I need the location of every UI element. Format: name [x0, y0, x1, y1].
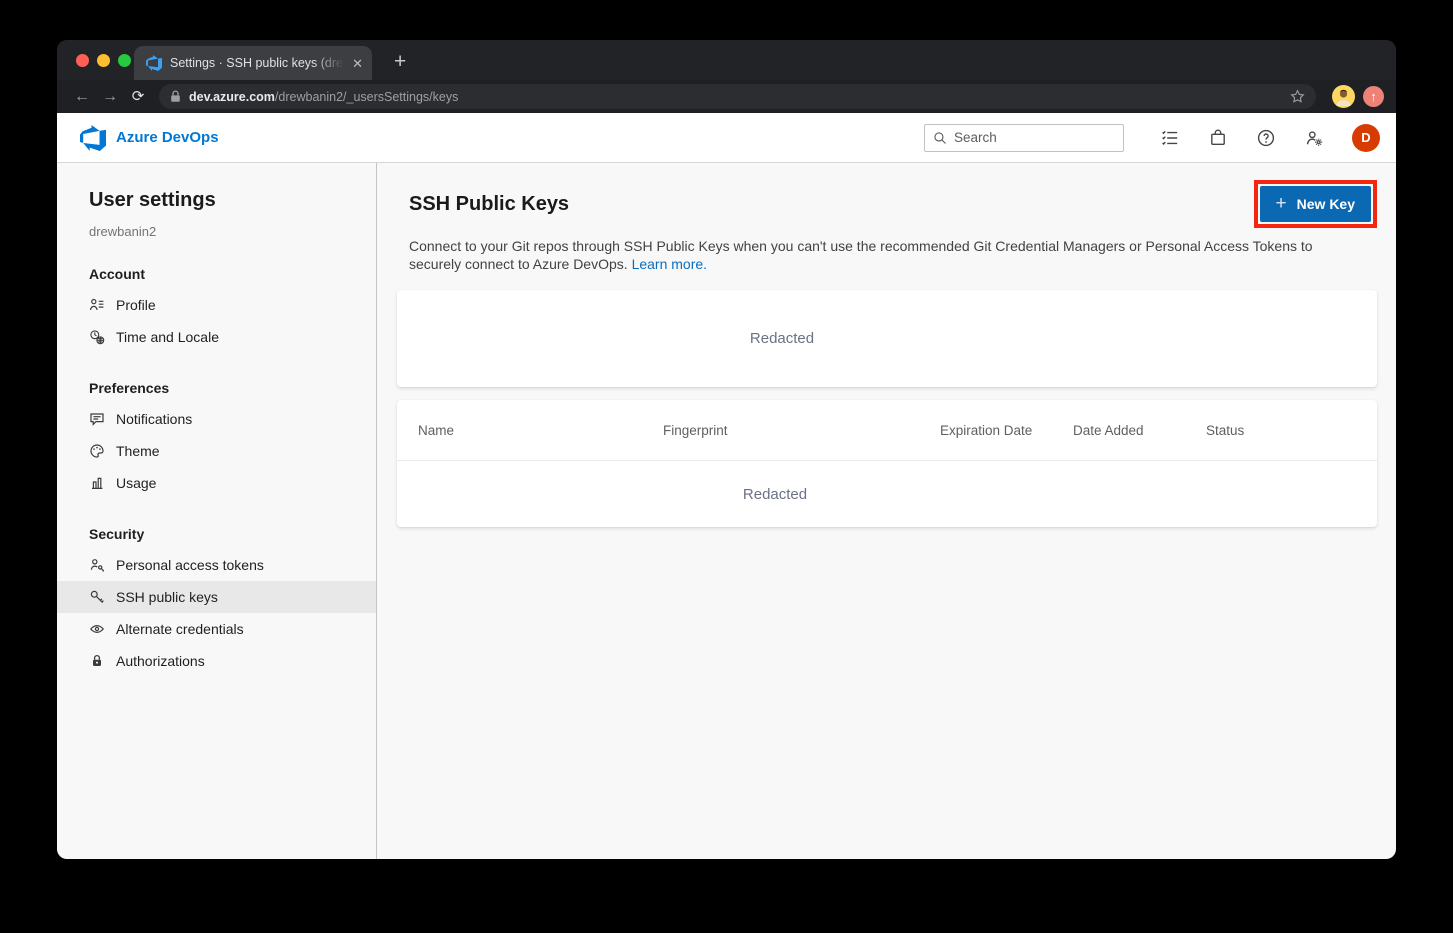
sidebar-item-label: Time and Locale: [116, 329, 219, 345]
annotation-highlight-box: + New Key: [1254, 180, 1377, 228]
lock-icon: [170, 90, 181, 103]
search-box[interactable]: [924, 124, 1124, 152]
sidebar-item-alternate-credentials[interactable]: Alternate credentials: [57, 613, 376, 645]
azure-devops-favicon: [146, 55, 162, 71]
search-icon: [933, 131, 947, 145]
redacted-text: Redacted: [750, 330, 814, 347]
column-header-date-added: Date Added: [1073, 423, 1206, 438]
theme-palette-icon: [89, 443, 105, 459]
task-list-icon[interactable]: [1160, 128, 1180, 148]
tab-title: Settings · SSH public keys (dre: [170, 56, 344, 70]
sidebar-item-theme[interactable]: Theme: [57, 435, 376, 467]
azure-devops-home-link[interactable]: Azure DevOps: [80, 125, 219, 151]
ssh-key-detail-card: Redacted: [397, 290, 1377, 387]
sidebar-item-label: Usage: [116, 475, 156, 491]
sidebar-item-label: Theme: [116, 443, 160, 459]
description-text: Connect to your Git repos through SSH Pu…: [409, 238, 1313, 272]
usage-chart-icon: [89, 475, 105, 491]
browser-tab-strip: Settings · SSH public keys (dre ✕ +: [57, 40, 1396, 80]
help-icon[interactable]: [1256, 128, 1276, 148]
forward-icon[interactable]: →: [97, 89, 123, 105]
marketplace-bag-icon[interactable]: [1208, 128, 1228, 148]
sidebar-item-label: Authorizations: [116, 653, 205, 669]
sidebar-title: User settings: [89, 189, 376, 212]
learn-more-link[interactable]: Learn more.: [632, 256, 707, 272]
user-avatar[interactable]: D: [1352, 124, 1380, 152]
sidebar-username: drewbanin2: [89, 224, 376, 239]
section-label-security: Security: [89, 526, 376, 542]
new-tab-button[interactable]: +: [394, 51, 406, 72]
sidebar-item-label: SSH public keys: [116, 589, 218, 605]
settings-sidebar: User settings drewbanin2 Account Profile: [57, 163, 377, 859]
section-label-preferences: Preferences: [89, 380, 376, 396]
window-controls: [76, 54, 131, 67]
zoom-window-button[interactable]: [118, 54, 131, 67]
user-settings-icon[interactable]: [1304, 128, 1324, 148]
table-row: Redacted: [397, 461, 1377, 527]
lock-shield-icon: [89, 653, 105, 669]
bookmark-star-icon[interactable]: [1290, 89, 1305, 104]
profile-icon: [89, 297, 105, 313]
sidebar-item-time-and-locale[interactable]: Time and Locale: [57, 321, 376, 353]
azure-devops-header: Azure DevOps: [57, 113, 1396, 163]
desktop-background: Settings · SSH public keys (dre ✕ + ← → …: [0, 0, 1453, 933]
brand-title: Azure DevOps: [116, 129, 219, 146]
sidebar-item-authorizations[interactable]: Authorizations: [57, 645, 376, 677]
browser-window: Settings · SSH public keys (dre ✕ + ← → …: [57, 40, 1396, 859]
sidebar-item-label: Profile: [116, 297, 156, 313]
section-label-account: Account: [89, 266, 376, 282]
azure-devops-logo-icon: [80, 125, 106, 151]
new-key-button[interactable]: + New Key: [1260, 186, 1371, 222]
close-window-button[interactable]: [76, 54, 89, 67]
browser-update-icon[interactable]: ↑: [1363, 86, 1384, 107]
eye-icon: [89, 621, 105, 637]
sidebar-item-label: Notifications: [116, 411, 192, 427]
redacted-text: Redacted: [743, 486, 807, 503]
sidebar-item-personal-access-tokens[interactable]: Personal access tokens: [57, 549, 376, 581]
sidebar-item-usage[interactable]: Usage: [57, 467, 376, 499]
sidebar-item-label: Personal access tokens: [116, 557, 264, 573]
back-icon[interactable]: ←: [69, 89, 95, 105]
notifications-icon: [89, 411, 105, 427]
header-actions: D: [924, 124, 1380, 152]
column-header-fingerprint: Fingerprint: [663, 423, 940, 438]
browser-tab[interactable]: Settings · SSH public keys (dre ✕: [134, 46, 372, 80]
ssh-key-icon: [89, 589, 105, 605]
time-locale-icon: [89, 329, 105, 345]
content: User settings drewbanin2 Account Profile: [57, 163, 1396, 859]
page-description: Connect to your Git repos through SSH Pu…: [409, 238, 1354, 273]
table-header-row: Name Fingerprint Expiration Date Date Ad…: [397, 400, 1377, 461]
minimize-window-button[interactable]: [97, 54, 110, 67]
ssh-keys-main: SSH Public Keys + New Key Connect to you…: [377, 163, 1396, 859]
browser-toolbar: ← → ⟳ dev.azure.com/drewbanin2/_usersSet…: [57, 80, 1396, 113]
tab-close-icon[interactable]: ✕: [352, 57, 363, 70]
reload-icon[interactable]: ⟳: [125, 89, 151, 104]
column-header-expiration-date: Expiration Date: [940, 423, 1073, 438]
column-header-name: Name: [418, 423, 663, 438]
sidebar-item-profile[interactable]: Profile: [57, 289, 376, 321]
browser-profile-avatar[interactable]: [1332, 85, 1355, 108]
search-input[interactable]: [954, 130, 1115, 145]
sidebar-item-notifications[interactable]: Notifications: [57, 403, 376, 435]
sidebar-item-ssh-public-keys[interactable]: SSH public keys: [57, 581, 376, 613]
page-title: SSH Public Keys: [409, 193, 569, 216]
url-text: dev.azure.com/drewbanin2/_usersSettings/…: [189, 90, 458, 104]
page: Azure DevOps: [57, 113, 1396, 859]
plus-icon: +: [1276, 194, 1287, 213]
ssh-keys-table: Name Fingerprint Expiration Date Date Ad…: [397, 400, 1377, 527]
column-header-status: Status: [1206, 423, 1377, 438]
address-bar[interactable]: dev.azure.com/drewbanin2/_usersSettings/…: [159, 84, 1316, 109]
sidebar-item-label: Alternate credentials: [116, 621, 244, 637]
personal-access-tokens-icon: [89, 557, 105, 573]
new-key-label: New Key: [1297, 196, 1355, 212]
